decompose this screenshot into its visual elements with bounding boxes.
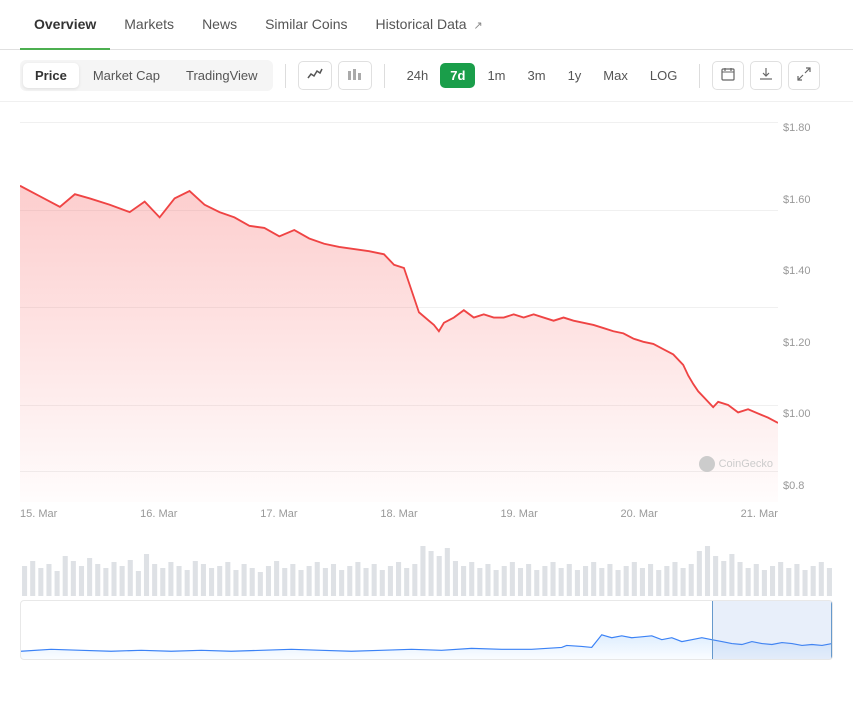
toolbar-divider-3 [699, 64, 700, 88]
view-button-group: Price Market Cap TradingView [20, 60, 273, 91]
tab-news[interactable]: News [188, 0, 251, 50]
line-chart-button[interactable] [298, 61, 332, 90]
price-chart-svg [20, 112, 778, 502]
tab-historical-data[interactable]: Historical Data ↗ [362, 0, 497, 50]
mini-overview-chart[interactable]: 24. Feb 3. Mar 10. Mar 17. Mar [20, 600, 833, 660]
price-label-1.60: $1.60 [783, 194, 833, 206]
time-24h-button[interactable]: 24h [397, 63, 439, 88]
time-7d-button[interactable]: 7d [440, 63, 475, 88]
main-price-chart: $1.80 $1.60 $1.40 $1.20 $1.00 $0.8 CoinG… [20, 112, 833, 502]
tab-markets[interactable]: Markets [110, 0, 188, 50]
download-icon [759, 67, 773, 81]
price-labels: $1.80 $1.60 $1.40 $1.20 $1.00 $0.8 [783, 112, 833, 502]
download-button[interactable] [750, 61, 782, 90]
expand-button[interactable] [788, 61, 820, 90]
date-label-18mar: 18. Mar [380, 508, 417, 520]
expand-icon [797, 67, 811, 81]
coingecko-watermark: CoinGecko [699, 456, 773, 472]
volume-chart [20, 526, 833, 596]
time-1m-button[interactable]: 1m [477, 63, 515, 88]
nav-tabs: Overview Markets News Similar Coins Hist… [0, 0, 853, 50]
chart-container: $1.80 $1.60 $1.40 $1.20 $1.00 $0.8 CoinG… [0, 112, 853, 660]
price-label-1.40: $1.40 [783, 265, 833, 277]
watermark-text: CoinGecko [719, 458, 773, 470]
date-label-20mar: 20. Mar [621, 508, 658, 520]
date-label-17mar: 17. Mar [260, 508, 297, 520]
date-label-16mar: 16. Mar [140, 508, 177, 520]
tab-similar-coins[interactable]: Similar Coins [251, 0, 361, 50]
chart-svg-wrapper [20, 112, 778, 502]
time-log-button[interactable]: LOG [640, 63, 687, 88]
calendar-icon [721, 67, 735, 81]
bar-chart-button[interactable] [338, 61, 372, 90]
price-label-1.00: $1.00 [783, 408, 833, 420]
time-button-group: 24h 7d 1m 3m 1y Max LOG [397, 63, 688, 88]
trading-view-button[interactable]: TradingView [174, 63, 270, 88]
price-label-1.20: $1.20 [783, 337, 833, 349]
toolbar-divider-1 [285, 64, 286, 88]
price-button[interactable]: Price [23, 63, 79, 88]
price-label-0.8: $0.8 [783, 480, 833, 492]
toolbar-divider-2 [384, 64, 385, 88]
volume-chart-svg [20, 526, 833, 596]
time-3m-button[interactable]: 3m [518, 63, 556, 88]
time-max-button[interactable]: Max [593, 63, 638, 88]
calendar-button[interactable] [712, 61, 744, 90]
chart-toolbar: Price Market Cap TradingView 24h 7d 1m 3… [0, 50, 853, 102]
date-label-19mar: 19. Mar [500, 508, 537, 520]
date-label-21mar: 21. Mar [741, 508, 778, 520]
bar-chart-icon [347, 67, 363, 81]
coingecko-logo [699, 456, 715, 472]
line-chart-icon [307, 67, 323, 81]
time-1y-button[interactable]: 1y [558, 63, 592, 88]
market-cap-button[interactable]: Market Cap [81, 63, 172, 88]
mini-chart-selection[interactable] [712, 601, 832, 659]
mini-chart-svg [21, 601, 832, 659]
external-link-icon: ↗ [473, 20, 482, 32]
price-label-1.80: $1.80 [783, 122, 833, 134]
date-label-15mar: 15. Mar [20, 508, 57, 520]
chart-date-labels: 15. Mar 16. Mar 17. Mar 18. Mar 19. Mar … [20, 502, 833, 526]
tab-overview[interactable]: Overview [20, 0, 110, 50]
